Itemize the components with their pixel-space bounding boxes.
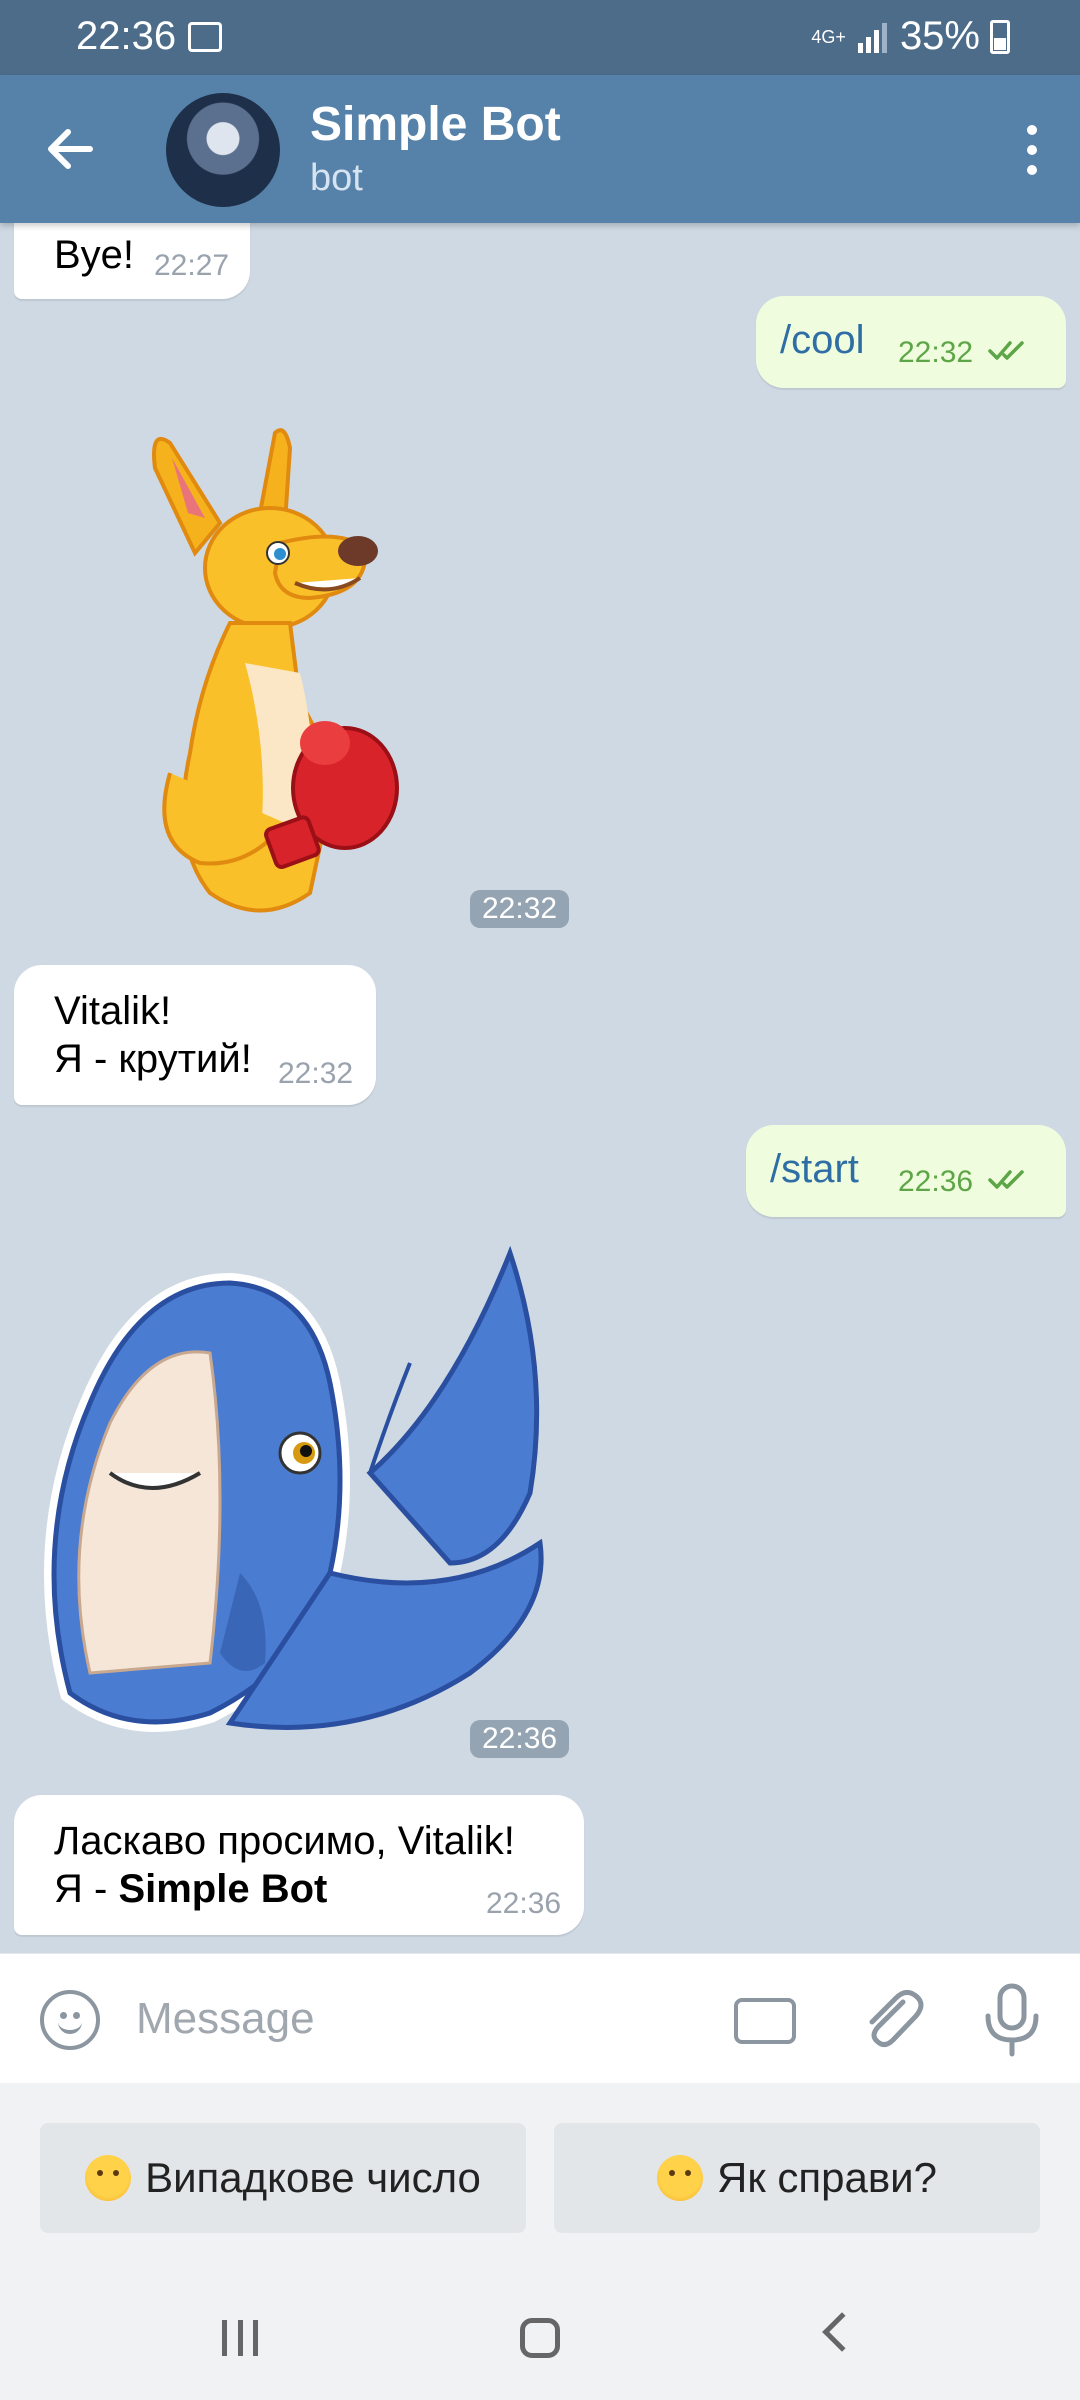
back-icon[interactable] xyxy=(822,2312,862,2352)
message-text: Bye! xyxy=(54,233,135,277)
battery-icon xyxy=(990,19,1010,54)
kangaroo-sticker[interactable] xyxy=(110,423,410,943)
read-receipt-icon xyxy=(988,341,1024,360)
message-bubble-incoming[interactable]: Ласкаво просимо, Vitalik! Я - Simple Bot… xyxy=(14,1795,584,1935)
sticker-time: 22:36 xyxy=(470,1720,570,1758)
more-options-icon[interactable] xyxy=(1024,125,1040,175)
recent-apps-icon[interactable] xyxy=(222,2320,258,2356)
reply-button-label: Як справи? xyxy=(717,2154,937,2201)
network-type-icon: 4G+ xyxy=(811,26,846,47)
chat-subtitle: bot xyxy=(310,157,363,199)
message-text-bold: Simple Bot xyxy=(118,1867,328,1911)
message-text-line1: Ласкаво просимо, Vitalik! xyxy=(54,1819,515,1863)
signal-icon xyxy=(857,22,887,53)
microphone-icon[interactable] xyxy=(980,1982,1044,2058)
keyboard-icon[interactable] xyxy=(734,1998,796,2044)
bot-avatar[interactable] xyxy=(166,93,280,207)
battery-percent: 35% xyxy=(899,14,980,58)
chat-title[interactable]: Simple Bot xyxy=(310,97,561,152)
reply-button-how-are-you[interactable]: Як справи? xyxy=(554,2123,1040,2233)
attach-icon[interactable] xyxy=(858,1984,928,2054)
message-text-line1: Vitalik! xyxy=(54,989,172,1033)
message-text-prefix: Я - xyxy=(54,1867,119,1911)
read-receipt-icon xyxy=(988,1170,1024,1189)
sticker-time: 22:32 xyxy=(470,890,570,928)
message-time: 22:32 xyxy=(898,336,974,369)
message-time: 22:36 xyxy=(486,1887,562,1920)
message-text-line2: Я - крутий! xyxy=(54,1037,252,1081)
status-indicators: 4G+ 35% xyxy=(811,14,1010,59)
message-command-link[interactable]: /start xyxy=(770,1145,859,1193)
status-time: 22:36 xyxy=(76,14,177,58)
status-bar: 22:36 4G+ 35% xyxy=(0,0,1080,75)
star-struck-icon xyxy=(657,2155,704,2201)
shark-sticker[interactable] xyxy=(30,1243,570,1763)
gallery-notification-icon xyxy=(188,22,222,52)
message-list[interactable]: Bye! 22:27 /cool 22:32 22:32 Vitalik! Я … xyxy=(0,223,1080,1953)
message-bubble-outgoing[interactable]: /start 22:36 xyxy=(746,1125,1066,1217)
message-time: 22:36 xyxy=(898,1165,974,1198)
home-icon[interactable] xyxy=(520,2318,560,2358)
message-input[interactable] xyxy=(136,1986,696,2052)
message-bubble-incoming[interactable]: Vitalik! Я - крутий! 22:32 xyxy=(14,965,376,1105)
message-command-link[interactable]: /cool xyxy=(780,316,865,364)
message-composer xyxy=(0,1953,1080,2083)
message-text-line2: Я - Simple Bot xyxy=(54,1865,327,1913)
back-arrow-icon[interactable] xyxy=(40,119,100,179)
reply-button-label: Випадкове число xyxy=(145,2154,481,2201)
system-nav-bar xyxy=(0,2280,1080,2400)
face-savoring-food-icon xyxy=(85,2155,132,2201)
emoji-icon[interactable] xyxy=(40,1990,100,2050)
message-bubble-incoming[interactable]: Bye! 22:27 xyxy=(14,223,250,299)
reply-keyboard: Випадкове число Як справи? xyxy=(0,2083,1080,2280)
message-time: 22:32 xyxy=(278,1057,354,1090)
reply-button-random-number[interactable]: Випадкове число xyxy=(40,2123,526,2233)
message-bubble-outgoing[interactable]: /cool 22:32 xyxy=(756,296,1066,388)
chat-header: Simple Bot bot xyxy=(0,75,1080,223)
message-time: 22:27 xyxy=(154,249,230,282)
